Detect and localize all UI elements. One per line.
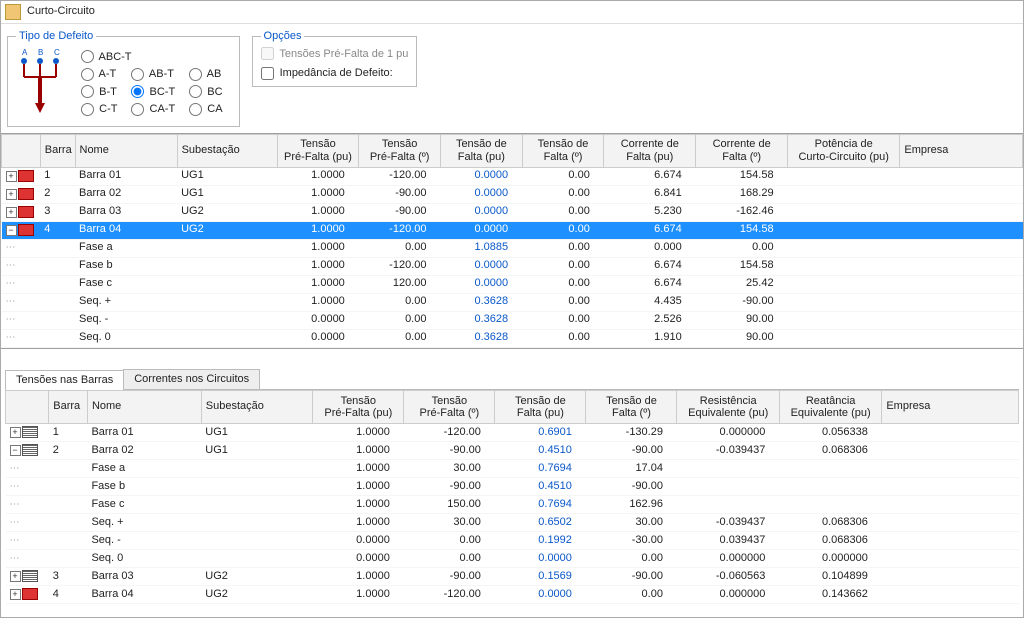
table-row[interactable]: ⋯Fase b1.0000-120.000.00000.006.674154.5… (2, 257, 1023, 275)
radio-ca[interactable]: CA (189, 103, 222, 115)
radio-b-t[interactable]: B-T (81, 86, 117, 98)
tree-branch-icon: ⋯ (6, 278, 16, 289)
table-row[interactable]: ⋯Seq. -0.00000.000.1992-30.000.0394370.0… (6, 531, 1019, 549)
table-row[interactable]: ⋯Seq. +1.000030.000.650230.00-0.0394370.… (6, 513, 1019, 531)
chk-impedance[interactable]: Impedância de Defeito: (261, 67, 393, 79)
table-row[interactable]: −2Barra 02UG11.0000-90.000.4510-90.00-0.… (6, 441, 1019, 459)
table-row[interactable]: ⋯Fase a1.000030.000.769417.04 (6, 459, 1019, 477)
tree-branch-icon: ⋯ (6, 332, 16, 343)
table-row[interactable]: ⋯Seq. +1.00000.000.36280.004.435-90.00 (2, 293, 1023, 311)
radio-c-t[interactable]: C-T (81, 103, 117, 115)
h-c6[interactable]: Corrente deFalta (º) (696, 134, 788, 167)
table-row[interactable]: +3Barra 03UG21.0000-90.000.00000.005.230… (2, 203, 1023, 221)
row-icon (22, 426, 38, 438)
h-barra[interactable]: Barra (40, 134, 75, 167)
table-row[interactable]: −4Barra 04UG21.0000-120.000.00000.006.67… (2, 221, 1023, 239)
table-row[interactable]: ⋯Seq. 00.00000.000.00000.000.0000000.000… (6, 549, 1019, 567)
h-c3[interactable]: Tensão deFalta (pu) (440, 134, 522, 167)
tab-correntes[interactable]: Correntes nos Circuitos (123, 369, 260, 389)
table-row[interactable]: +1Barra 01UG11.0000-120.000.00000.006.67… (2, 167, 1023, 185)
defect-type-group: Tipo de Defeito A B C (7, 30, 240, 127)
table-row[interactable]: ⋯Seq. -0.00000.000.36280.002.52690.00 (2, 311, 1023, 329)
row-icon (18, 224, 34, 236)
table-row[interactable]: ⋯Fase c1.0000120.000.00000.006.67425.42 (2, 275, 1023, 293)
table-row[interactable]: ⋯Seq. 00.00000.000.36280.001.91090.00 (2, 329, 1023, 347)
radio-abc-t[interactable]: ABC-T (81, 51, 131, 63)
radio-ca-t[interactable]: CA-T (131, 103, 175, 115)
h2-nome[interactable]: Nome (87, 390, 201, 423)
table-row[interactable]: ⋯Fase c1.0000150.000.7694162.96 (6, 495, 1019, 513)
tree-branch-icon: ⋯ (6, 260, 16, 271)
row-icon (18, 206, 34, 218)
results-grid-1[interactable]: Barra Nome Subestação TensãoPré-Falta (p… (1, 133, 1023, 349)
svg-text:B: B (38, 48, 43, 57)
options-group: Opções Tensões Pré-Falta de 1 pu Impedân… (252, 30, 418, 87)
options-legend: Opções (261, 30, 305, 43)
svg-text:C: C (54, 48, 60, 57)
h2-c2[interactable]: TensãoPré-Falta (º) (404, 390, 495, 423)
h2-sub[interactable]: Subestação (201, 390, 313, 423)
expand-icon[interactable]: + (6, 189, 17, 200)
h2-c5[interactable]: ResistênciaEquivalente (pu) (677, 390, 779, 423)
tree-branch-icon: ⋯ (6, 314, 16, 325)
h-c2[interactable]: TensãoPré-Falta (º) (359, 134, 441, 167)
h-c4[interactable]: Tensão deFalta (º) (522, 134, 604, 167)
tab-tensoes[interactable]: Tensões nas Barras (5, 370, 124, 390)
expand-icon[interactable]: + (10, 571, 21, 582)
h2-barra[interactable]: Barra (49, 390, 88, 423)
tree-branch-icon: ⋯ (10, 463, 20, 474)
expand-icon[interactable]: + (6, 171, 17, 182)
radio-ab[interactable]: AB (189, 68, 221, 80)
window-title: Curto-Circuito (27, 5, 95, 18)
expand-icon[interactable]: + (10, 427, 21, 438)
collapse-icon[interactable]: − (6, 225, 17, 236)
h-nome[interactable]: Nome (75, 134, 177, 167)
tree-branch-icon: ⋯ (10, 517, 20, 528)
h-c5[interactable]: Corrente deFalta (pu) (604, 134, 696, 167)
h-c7[interactable]: Potência deCurto-Circuito (pu) (788, 134, 900, 167)
table-row[interactable]: +3Barra 03UG21.0000-90.000.1569-90.00-0.… (6, 567, 1019, 585)
radio-ab-t[interactable]: AB-T (131, 68, 174, 80)
row-icon (18, 188, 34, 200)
table-row[interactable]: +1Barra 01UG11.0000-120.000.6901-130.290… (6, 423, 1019, 441)
table-row[interactable]: ⋯Fase b1.0000-90.000.4510-90.00 (6, 477, 1019, 495)
table-row[interactable]: +2Barra 02UG11.0000-90.000.00000.006.841… (2, 185, 1023, 203)
table-row[interactable]: ⋯Fase a1.00000.001.08850.000.0000.00 (2, 239, 1023, 257)
window-titlebar: Curto-Circuito (1, 1, 1023, 24)
table-row[interactable]: +4Barra 04UG21.0000-120.000.00000.000.00… (6, 585, 1019, 603)
tree-branch-icon: ⋯ (6, 242, 16, 253)
tree-branch-icon: ⋯ (10, 535, 20, 546)
row-icon (22, 588, 38, 600)
radio-a-t[interactable]: A-T (81, 68, 116, 80)
h-emp[interactable]: Empresa (900, 134, 1023, 167)
row-icon (18, 170, 34, 182)
expand-icon[interactable]: + (10, 589, 21, 600)
defect-type-legend: Tipo de Defeito (16, 30, 96, 43)
phase-diagram: A B C (16, 47, 60, 117)
radio-bc-t[interactable]: BC-T (131, 86, 175, 98)
chk-prefault[interactable]: Tensões Pré-Falta de 1 pu (261, 48, 409, 60)
collapse-icon[interactable]: − (10, 445, 21, 456)
row-icon (22, 570, 38, 582)
expand-icon[interactable]: + (6, 207, 17, 218)
app-icon (5, 4, 21, 20)
svg-text:A: A (22, 48, 28, 57)
h2-c6[interactable]: ReatânciaEquivalente (pu) (779, 390, 881, 423)
results-grid-2[interactable]: Barra Nome Subestação TensãoPré-Falta (p… (5, 390, 1019, 604)
h-sub[interactable]: Subestação (177, 134, 277, 167)
tree-branch-icon: ⋯ (10, 553, 20, 564)
h-c1[interactable]: TensãoPré-Falta (pu) (277, 134, 359, 167)
h2-c4[interactable]: Tensão deFalta (º) (586, 390, 677, 423)
tabstrip: Tensões nas Barras Correntes nos Circuit… (5, 369, 1019, 390)
tree-branch-icon: ⋯ (10, 481, 20, 492)
tree-branch-icon: ⋯ (10, 499, 20, 510)
h2-emp[interactable]: Empresa (882, 390, 1019, 423)
h2-c3[interactable]: Tensão deFalta (pu) (495, 390, 586, 423)
radio-bc[interactable]: BC (189, 86, 222, 98)
h2-c1[interactable]: TensãoPré-Falta (pu) (313, 390, 404, 423)
tree-branch-icon: ⋯ (6, 296, 16, 307)
row-icon (22, 444, 38, 456)
